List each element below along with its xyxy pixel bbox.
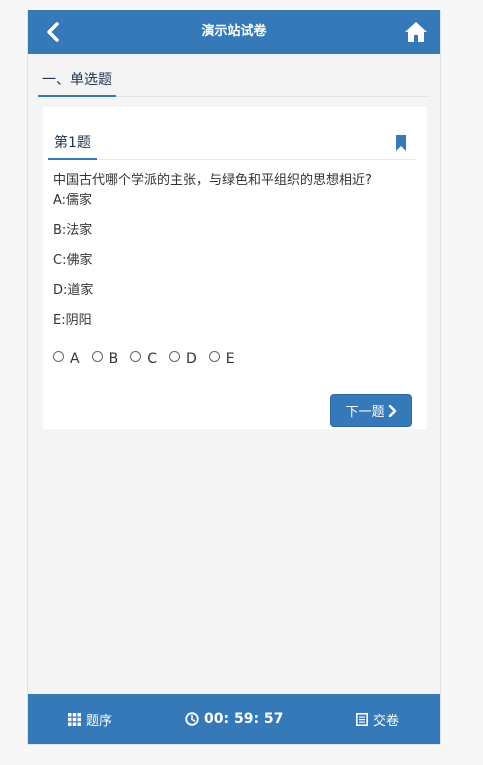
question-header: 第1题 (48, 123, 417, 160)
question-index-label: 题序 (86, 713, 113, 729)
clock-icon (185, 712, 199, 726)
radio-circle[interactable] (53, 350, 64, 362)
radio-circle[interactable] (208, 350, 220, 362)
option-a: A:儒家 (53, 193, 93, 208)
question-text: 中国古代哪个学派的主张，与绿色和平组织的思想相近? (53, 173, 372, 188)
next-question-button[interactable]: 下一题 (330, 394, 412, 427)
countdown-timer: 00: 59: 57 (185, 694, 283, 744)
footer-bar: 题序 00: 59: 57 交卷 (28, 694, 440, 744)
answer-label: B (108, 351, 119, 367)
submit-label: 交卷 (373, 713, 400, 729)
question-index-button[interactable]: 题序 (68, 694, 112, 744)
answer-radio-b[interactable]: B (91, 350, 119, 367)
answer-label: A (70, 351, 80, 367)
back-button[interactable] (40, 19, 66, 45)
answer-choices: A B C D E (53, 347, 247, 371)
grid-icon (68, 712, 81, 726)
header-bar: 演示站试卷 (28, 10, 440, 54)
chevron-left-icon (47, 22, 59, 42)
option-b: B:法家 (53, 223, 93, 238)
bookmark-icon[interactable] (395, 135, 407, 151)
document-icon (356, 712, 368, 726)
option-d: D:道家 (53, 283, 94, 298)
answer-label: C (147, 351, 157, 367)
section-title: 一、单选题 (38, 69, 116, 97)
page-title: 演示站试卷 (201, 24, 267, 39)
home-icon (405, 22, 427, 42)
question-number: 第1题 (48, 123, 97, 160)
question-card: 第1题 中国古代哪个学派的主张，与绿色和平组织的思想相近? A:儒家 B:法家 … (43, 107, 427, 429)
answer-radio-c[interactable]: C (130, 350, 157, 367)
radio-circle[interactable] (168, 350, 180, 362)
answer-label: D (185, 351, 197, 367)
chevron-right-icon (388, 404, 396, 417)
next-button-label: 下一题 (345, 405, 385, 420)
submit-exam-button[interactable]: 交卷 (356, 694, 399, 744)
timer-value: 00: 59: 57 (204, 711, 284, 727)
home-button[interactable] (402, 18, 430, 46)
section-bar: 一、单选题 (38, 64, 430, 97)
option-e: E:阴阳 (53, 313, 92, 328)
answer-radio-d[interactable]: D (168, 350, 197, 367)
option-c: C:佛家 (53, 253, 93, 268)
answer-radio-e[interactable]: E (208, 350, 235, 367)
exam-app: 演示站试卷 一、单选题 第1题 中国古代哪个学派的主张，与绿色和平组织的思想相近… (27, 10, 441, 745)
answer-label: E (225, 351, 235, 367)
radio-circle[interactable] (91, 350, 103, 362)
answer-radio-a[interactable]: A (53, 350, 80, 367)
radio-circle[interactable] (130, 350, 142, 362)
